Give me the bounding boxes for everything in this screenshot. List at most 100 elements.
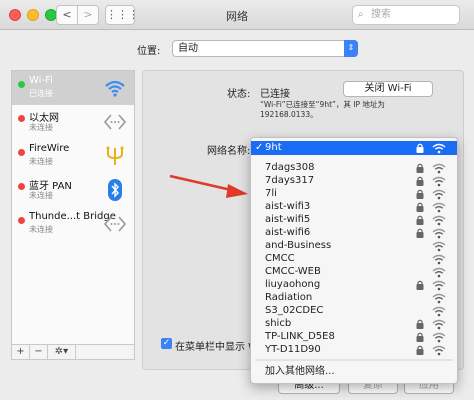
service-name: Thunde...t Bridge — [29, 211, 116, 222]
checkmark-icon: ✓ — [255, 142, 264, 153]
wifi-signal-icon — [432, 228, 446, 239]
network-item[interactable]: CMCC-WEB — [251, 266, 457, 278]
ethernet-arrows-icon — [104, 114, 126, 130]
wifi-signal-icon — [432, 189, 446, 200]
network-item[interactable]: and-Business — [251, 240, 457, 252]
service-status: 未连接 — [29, 123, 53, 132]
lock-icon — [416, 332, 424, 342]
status-desc-line1: “Wi-Fi”已连接至“9ht”，其 IP 地址为 — [260, 100, 385, 109]
lock-icon — [416, 345, 424, 355]
network-item[interactable]: liuyaohong — [251, 279, 457, 291]
wifi-signal-icon — [432, 215, 446, 226]
network-label: YT-D11D90 — [265, 344, 321, 355]
wifi-signal-icon — [432, 306, 446, 317]
location-value: 自动 — [178, 43, 198, 54]
status-dot — [18, 217, 25, 224]
search-icon: ⌕ — [358, 9, 364, 20]
lock-icon — [416, 143, 424, 153]
network-label: aist-wifi3 — [265, 201, 311, 212]
add-service-button[interactable]: + — [12, 345, 30, 359]
network-item-selected[interactable]: ✓ 9ht — [251, 141, 457, 155]
location-select[interactable]: 自动 ⇕ — [172, 40, 358, 57]
network-label: CMCC — [265, 253, 295, 264]
network-label: 7days317 — [265, 175, 315, 186]
menu-separator — [255, 359, 453, 361]
service-item-wifi[interactable]: Wi-Fi 已连接 — [12, 71, 134, 105]
network-item[interactable]: aist-wifi5 — [251, 214, 457, 226]
wifi-signal-icon — [432, 143, 446, 154]
show-in-menubar-label: 在菜单栏中显示 W — [175, 342, 259, 353]
network-dropdown-menu: ✓ 9ht 7dags308 7days317 7li aist-wifi3 aist-… — [250, 137, 458, 384]
network-label: 7li — [265, 188, 277, 199]
join-other-label: 加入其他网络... — [265, 366, 335, 377]
lock-icon — [416, 319, 424, 329]
status-description: “Wi-Fi”已连接至“9ht”，其 IP 地址为 192168.0133。 — [260, 100, 420, 120]
wifi-signal-icon — [432, 332, 446, 343]
firewire-icon — [106, 146, 124, 165]
service-name: FireWire — [29, 143, 70, 154]
service-status: 未连接 — [29, 191, 53, 200]
service-item-firewire[interactable]: FireWire 未连接 — [12, 139, 134, 173]
status-value: 已连接 — [260, 89, 290, 100]
wifi-signal-icon — [432, 176, 446, 187]
wifi-signal-icon — [432, 267, 446, 278]
wifi-signal-icon — [432, 202, 446, 213]
network-label: and-Business — [265, 240, 332, 251]
wifi-icon — [105, 80, 125, 97]
service-item-thunderbolt-bridge[interactable]: Thunde...t Bridge 未连接 — [12, 207, 134, 241]
network-item[interactable]: S3_02CDEC — [251, 305, 457, 317]
gear-menu-button[interactable]: ✲▾ — [48, 345, 76, 359]
network-label: CMCC-WEB — [265, 266, 321, 277]
network-item[interactable]: aist-wifi3 — [251, 201, 457, 213]
turn-wifi-off-button[interactable]: 关闭 Wi-Fi — [343, 81, 433, 97]
wifi-signal-icon — [432, 319, 446, 330]
lock-icon — [416, 202, 424, 212]
wifi-signal-icon — [432, 241, 446, 252]
lock-icon — [416, 215, 424, 225]
network-item[interactable]: TP-LINK_D5E8 — [251, 331, 457, 343]
network-item[interactable]: aist-wifi6 — [251, 227, 457, 239]
service-list: Wi-Fi 已连接 以太网 未连接 FireWire 未连接 蓝牙 PAN 未连… — [11, 70, 135, 360]
thunderbolt-arrows-icon — [104, 216, 126, 232]
wifi-signal-icon — [432, 345, 446, 356]
wifi-signal-icon — [432, 280, 446, 291]
service-item-ethernet[interactable]: 以太网 未连接 — [12, 105, 134, 139]
wifi-signal-icon — [432, 254, 446, 265]
status-dot — [18, 81, 25, 88]
wifi-signal-icon — [432, 163, 446, 174]
network-item[interactable]: 7days317 — [251, 175, 457, 187]
status-dot — [18, 149, 25, 156]
network-label: aist-wifi5 — [265, 214, 311, 225]
network-item[interactable]: shicb — [251, 318, 457, 330]
bluetooth-icon — [108, 179, 122, 201]
join-other-network-item[interactable]: 加入其他网络... — [251, 366, 457, 378]
service-status: 未连接 — [29, 157, 53, 166]
network-label: TP-LINK_D5E8 — [265, 331, 335, 342]
network-label: shicb — [265, 318, 292, 329]
network-item[interactable]: 7dags308 — [251, 162, 457, 174]
lock-icon — [416, 163, 424, 173]
wifi-signal-icon — [432, 293, 446, 304]
search-field[interactable]: ⌕ 搜索 — [352, 5, 460, 25]
status-dot — [18, 183, 25, 190]
network-label: Radiation — [265, 292, 313, 303]
lock-icon — [416, 280, 424, 290]
show-in-menubar-checkbox[interactable]: ✓ — [161, 338, 172, 349]
network-label: aist-wifi6 — [265, 227, 311, 238]
service-item-bluetooth-pan[interactable]: 蓝牙 PAN 未连接 — [12, 173, 134, 207]
service-name: Wi-Fi — [29, 75, 53, 86]
network-label: liuyaohong — [265, 279, 321, 290]
remove-service-button[interactable]: − — [30, 345, 48, 359]
service-status: 未连接 — [29, 225, 53, 234]
location-label: 位置: — [137, 46, 161, 57]
search-placeholder: 搜索 — [371, 9, 391, 20]
network-item[interactable]: Radiation — [251, 292, 457, 304]
status-dot — [18, 115, 25, 122]
service-list-toolbar: + − ✲▾ — [11, 344, 135, 360]
network-name-label: 网络名称: — [207, 146, 251, 157]
network-label: 9ht — [265, 142, 282, 153]
network-item[interactable]: YT-D11D90 — [251, 344, 457, 356]
network-item[interactable]: 7li — [251, 188, 457, 200]
chevron-updown-icon: ⇕ — [344, 40, 358, 57]
network-item[interactable]: CMCC — [251, 253, 457, 265]
